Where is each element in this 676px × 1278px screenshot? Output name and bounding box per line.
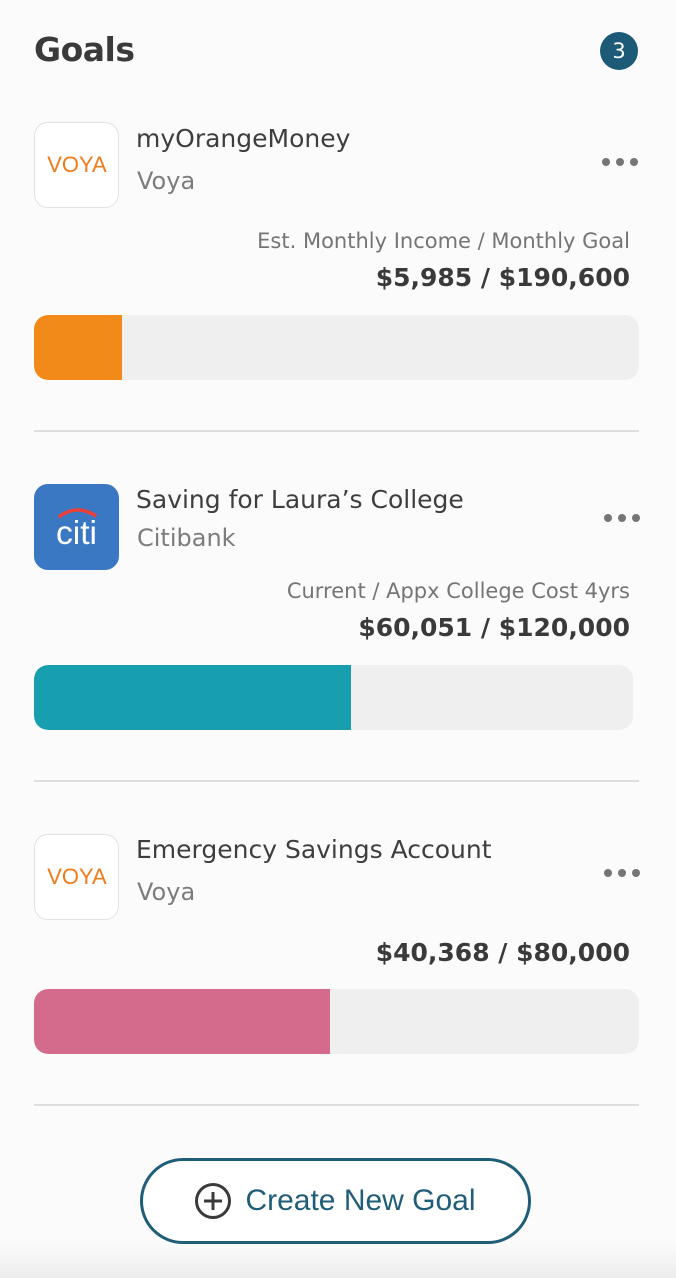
goal-progress-fill (34, 665, 352, 730)
citi-logo: citi (34, 484, 119, 570)
more-options-icon[interactable] (600, 506, 644, 530)
goals-screen: Goals 3 VOYA myOrangeMoney Voya Est. Mon… (0, 0, 676, 1278)
divider (34, 1104, 639, 1106)
goal-count-badge: 3 (600, 32, 638, 70)
goal-metric-value: $5,985 / $190,600 (375, 263, 630, 292)
goal-name: myOrangeMoney (136, 124, 351, 153)
svg-text:citi: citi (56, 515, 97, 552)
voya-logo: VOYA (34, 834, 119, 920)
goal-progress-bar (34, 665, 633, 730)
svg-text:VOYA: VOYA (47, 864, 107, 889)
goal-provider: Voya (137, 167, 196, 195)
more-options-icon[interactable] (598, 150, 642, 174)
goal-progress-bar (34, 989, 639, 1054)
svg-text:VOYA: VOYA (47, 152, 107, 177)
more-options-icon[interactable] (600, 861, 644, 885)
goal-metric-label: Est. Monthly Income / Monthly Goal (257, 229, 630, 253)
goal-progress-fill (34, 315, 122, 380)
goal-metric-value: $40,368 / $80,000 (375, 938, 630, 967)
goal-metric-value: $60,051 / $120,000 (358, 613, 630, 642)
voya-logo: VOYA (34, 122, 119, 208)
goal-progress-fill (34, 989, 331, 1054)
divider (34, 430, 639, 432)
create-new-goal-button[interactable]: Create New Goal (140, 1158, 531, 1244)
goal-name: Saving for Laura’s College (136, 485, 464, 514)
goal-progress-bar (34, 315, 639, 380)
goal-provider: Citibank (137, 524, 236, 552)
goal-name: Emergency Savings Account (136, 835, 492, 864)
bottom-shade (0, 1242, 676, 1278)
goal-metric-label: Current / Appx College Cost 4yrs (286, 579, 630, 603)
create-new-goal-label: Create New Goal (245, 1184, 476, 1217)
divider (34, 780, 639, 782)
goal-provider: Voya (137, 878, 196, 906)
page-title: Goals (34, 30, 135, 69)
plus-circle-icon (195, 1183, 232, 1219)
